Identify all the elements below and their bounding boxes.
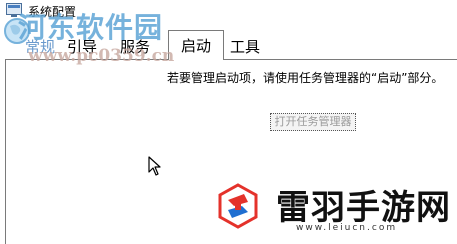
tab-startup[interactable]: 启动 — [168, 30, 224, 60]
mouse-pointer-icon — [148, 156, 161, 176]
tab-tools[interactable]: 工具 — [230, 36, 260, 58]
brand-name: 雷羽手游网 — [276, 188, 451, 228]
startup-message: 若要管理启动项，请使用任务管理器的“启动”部分。 — [167, 71, 444, 85]
brand-logo — [218, 183, 258, 229]
brand-url: www.leiucn.com — [296, 223, 398, 233]
watermark-site-name: 河东软件园 — [18, 11, 164, 44]
watermark-site-url: www.pc0359.cn — [28, 46, 175, 66]
open-task-manager-button[interactable]: 打开任务管理器 — [270, 113, 356, 131]
